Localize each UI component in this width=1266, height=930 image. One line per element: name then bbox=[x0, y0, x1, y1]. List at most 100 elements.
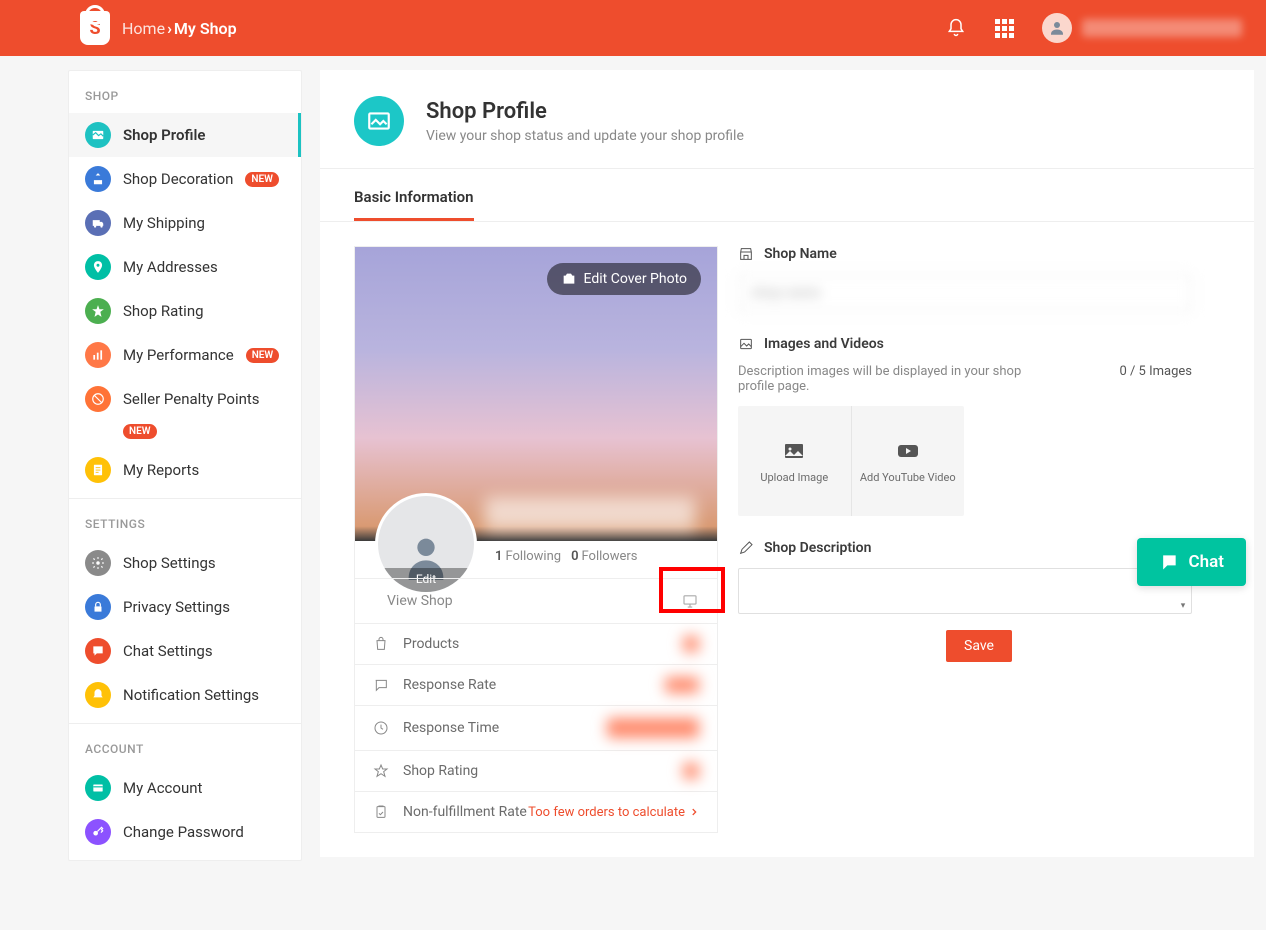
sidebar-item-my-account[interactable]: My Account bbox=[69, 766, 301, 810]
response-rate-value-redacted bbox=[665, 677, 699, 693]
penalty-icon bbox=[85, 386, 111, 412]
upload-image-button[interactable]: Upload Image bbox=[738, 406, 852, 516]
view-shop-label: View Shop bbox=[387, 593, 453, 609]
account-menu[interactable] bbox=[1042, 13, 1242, 43]
image-label-icon bbox=[738, 336, 754, 352]
apps-grid-icon[interactable] bbox=[994, 18, 1014, 38]
top-header: S Home › My Shop bbox=[0, 0, 1266, 56]
sidebar-item-label: Seller Penalty Points bbox=[123, 390, 260, 408]
pencil-icon bbox=[738, 540, 754, 556]
sidebar-item-notification-settings[interactable]: Notification Settings bbox=[69, 673, 301, 717]
sidebar-item-label: Shop Settings bbox=[123, 554, 216, 572]
sidebar-item-label: Shop Profile bbox=[123, 126, 205, 144]
sidebar-item-my-shipping[interactable]: My Shipping bbox=[69, 201, 301, 245]
camera-icon bbox=[561, 271, 577, 287]
products-value-redacted bbox=[683, 636, 699, 652]
sidebar-item-privacy-settings[interactable]: Privacy Settings bbox=[69, 585, 301, 629]
sidebar-item-label: Chat Settings bbox=[123, 642, 213, 660]
sidebar-item-label: Privacy Settings bbox=[123, 598, 230, 616]
chevron-right-icon bbox=[689, 807, 699, 817]
chat-fab-button[interactable]: Chat bbox=[1137, 538, 1246, 586]
breadcrumb-home[interactable]: Home bbox=[122, 19, 165, 38]
stat-nfr: Non-fulfillment Rate Too few orders to c… bbox=[355, 791, 717, 832]
lock-icon bbox=[85, 594, 111, 620]
upload-box: Upload Image Add YouTube Video bbox=[738, 406, 964, 516]
shop-name-input[interactable] bbox=[738, 274, 1192, 312]
images-hint: Description images will be displayed in … bbox=[738, 364, 1038, 394]
image-icon bbox=[782, 439, 806, 463]
sidebar-item-shop-profile[interactable]: Shop Profile bbox=[69, 113, 301, 157]
shop-profile-icon bbox=[85, 122, 111, 148]
edit-cover-button[interactable]: Edit Cover Photo bbox=[547, 263, 701, 295]
page-header: Shop Profile View your shop status and u… bbox=[320, 70, 1254, 169]
shopee-logo-icon[interactable]: S bbox=[80, 11, 110, 45]
sidebar-item-shop-rating[interactable]: Shop Rating bbox=[69, 289, 301, 333]
stat-response-time: Response Time bbox=[355, 705, 717, 750]
sidebar-item-my-addresses[interactable]: My Addresses bbox=[69, 245, 301, 289]
sidebar-item-seller-penalty[interactable]: Seller Penalty Points NEW bbox=[69, 377, 301, 448]
sidebar-item-label: My Account bbox=[123, 779, 202, 797]
images-count: 0 / 5 Images bbox=[1119, 364, 1192, 394]
new-badge: NEW bbox=[123, 424, 157, 439]
decoration-icon bbox=[85, 166, 111, 192]
gear-icon bbox=[85, 550, 111, 576]
performance-icon bbox=[85, 342, 111, 368]
page-subtitle: View your shop status and update your sh… bbox=[426, 128, 744, 144]
rating-icon bbox=[85, 298, 111, 324]
response-time-value-redacted bbox=[607, 718, 699, 738]
stat-products: Products bbox=[355, 623, 717, 664]
new-badge: NEW bbox=[245, 172, 279, 187]
sidebar-item-label: My Reports bbox=[123, 461, 199, 479]
bell-icon[interactable] bbox=[946, 18, 966, 38]
tabs-bar: Basic Information bbox=[320, 169, 1254, 222]
sidebar-item-label: My Performance bbox=[123, 346, 234, 364]
shop-description-input[interactable]: ▴▾ bbox=[738, 568, 1192, 614]
key-icon bbox=[85, 819, 111, 845]
tab-basic-information[interactable]: Basic Information bbox=[354, 188, 474, 221]
products-icon bbox=[373, 636, 391, 652]
sidebar-item-my-reports[interactable]: My Reports bbox=[69, 448, 301, 492]
images-videos-label: Images and Videos bbox=[738, 336, 1220, 352]
bell-settings-icon bbox=[85, 682, 111, 708]
sidebar-item-change-password[interactable]: Change Password bbox=[69, 810, 301, 854]
page-header-icon bbox=[354, 96, 404, 146]
new-badge: NEW bbox=[246, 348, 280, 363]
reports-icon bbox=[85, 457, 111, 483]
star-icon bbox=[373, 763, 391, 779]
preview-desktop-button[interactable] bbox=[681, 592, 699, 610]
save-button[interactable]: Save bbox=[946, 630, 1012, 662]
chat-stat-icon bbox=[373, 677, 391, 693]
view-shop-row: View Shop bbox=[355, 578, 717, 623]
monitor-icon bbox=[681, 592, 699, 610]
sidebar-item-my-performance[interactable]: My Performance NEW bbox=[69, 333, 301, 377]
avatar-icon bbox=[1042, 13, 1072, 43]
sidebar-section-settings: SETTINGS bbox=[69, 517, 301, 541]
account-icon bbox=[85, 775, 111, 801]
chat-icon bbox=[85, 638, 111, 664]
sidebar-item-chat-settings[interactable]: Chat Settings bbox=[69, 629, 301, 673]
page-title: Shop Profile bbox=[426, 99, 744, 124]
sidebar: SHOP Shop Profile Shop Decoration NEW My… bbox=[68, 70, 302, 861]
sidebar-section-account: ACCOUNT bbox=[69, 742, 301, 766]
sidebar-item-label: Change Password bbox=[123, 823, 244, 841]
breadcrumb-current: My Shop bbox=[174, 19, 237, 38]
shop-name-label: Shop Name bbox=[738, 246, 1220, 262]
clipboard-icon bbox=[373, 804, 391, 820]
breadcrumb: Home › My Shop bbox=[122, 19, 237, 38]
sidebar-item-label: Notification Settings bbox=[123, 686, 259, 704]
sidebar-item-label: Shop Rating bbox=[123, 302, 204, 320]
sidebar-item-shop-decoration[interactable]: Shop Decoration NEW bbox=[69, 157, 301, 201]
shipping-icon bbox=[85, 210, 111, 236]
sidebar-item-shop-settings[interactable]: Shop Settings bbox=[69, 541, 301, 585]
shop-name-redacted bbox=[485, 497, 695, 531]
username-redacted bbox=[1082, 19, 1242, 37]
shop-preview-card: Edit Cover Photo Edit 1Following 0Follow… bbox=[354, 246, 718, 833]
stat-response-rate: Response Rate bbox=[355, 664, 717, 705]
youtube-icon bbox=[896, 439, 920, 463]
shop-rating-value-redacted bbox=[683, 763, 699, 779]
chat-bubble-icon bbox=[1159, 552, 1179, 572]
stat-shop-rating: Shop Rating bbox=[355, 750, 717, 791]
chevron-right-icon: › bbox=[167, 19, 172, 38]
add-youtube-button[interactable]: Add YouTube Video bbox=[852, 406, 965, 516]
clock-icon bbox=[373, 720, 391, 736]
